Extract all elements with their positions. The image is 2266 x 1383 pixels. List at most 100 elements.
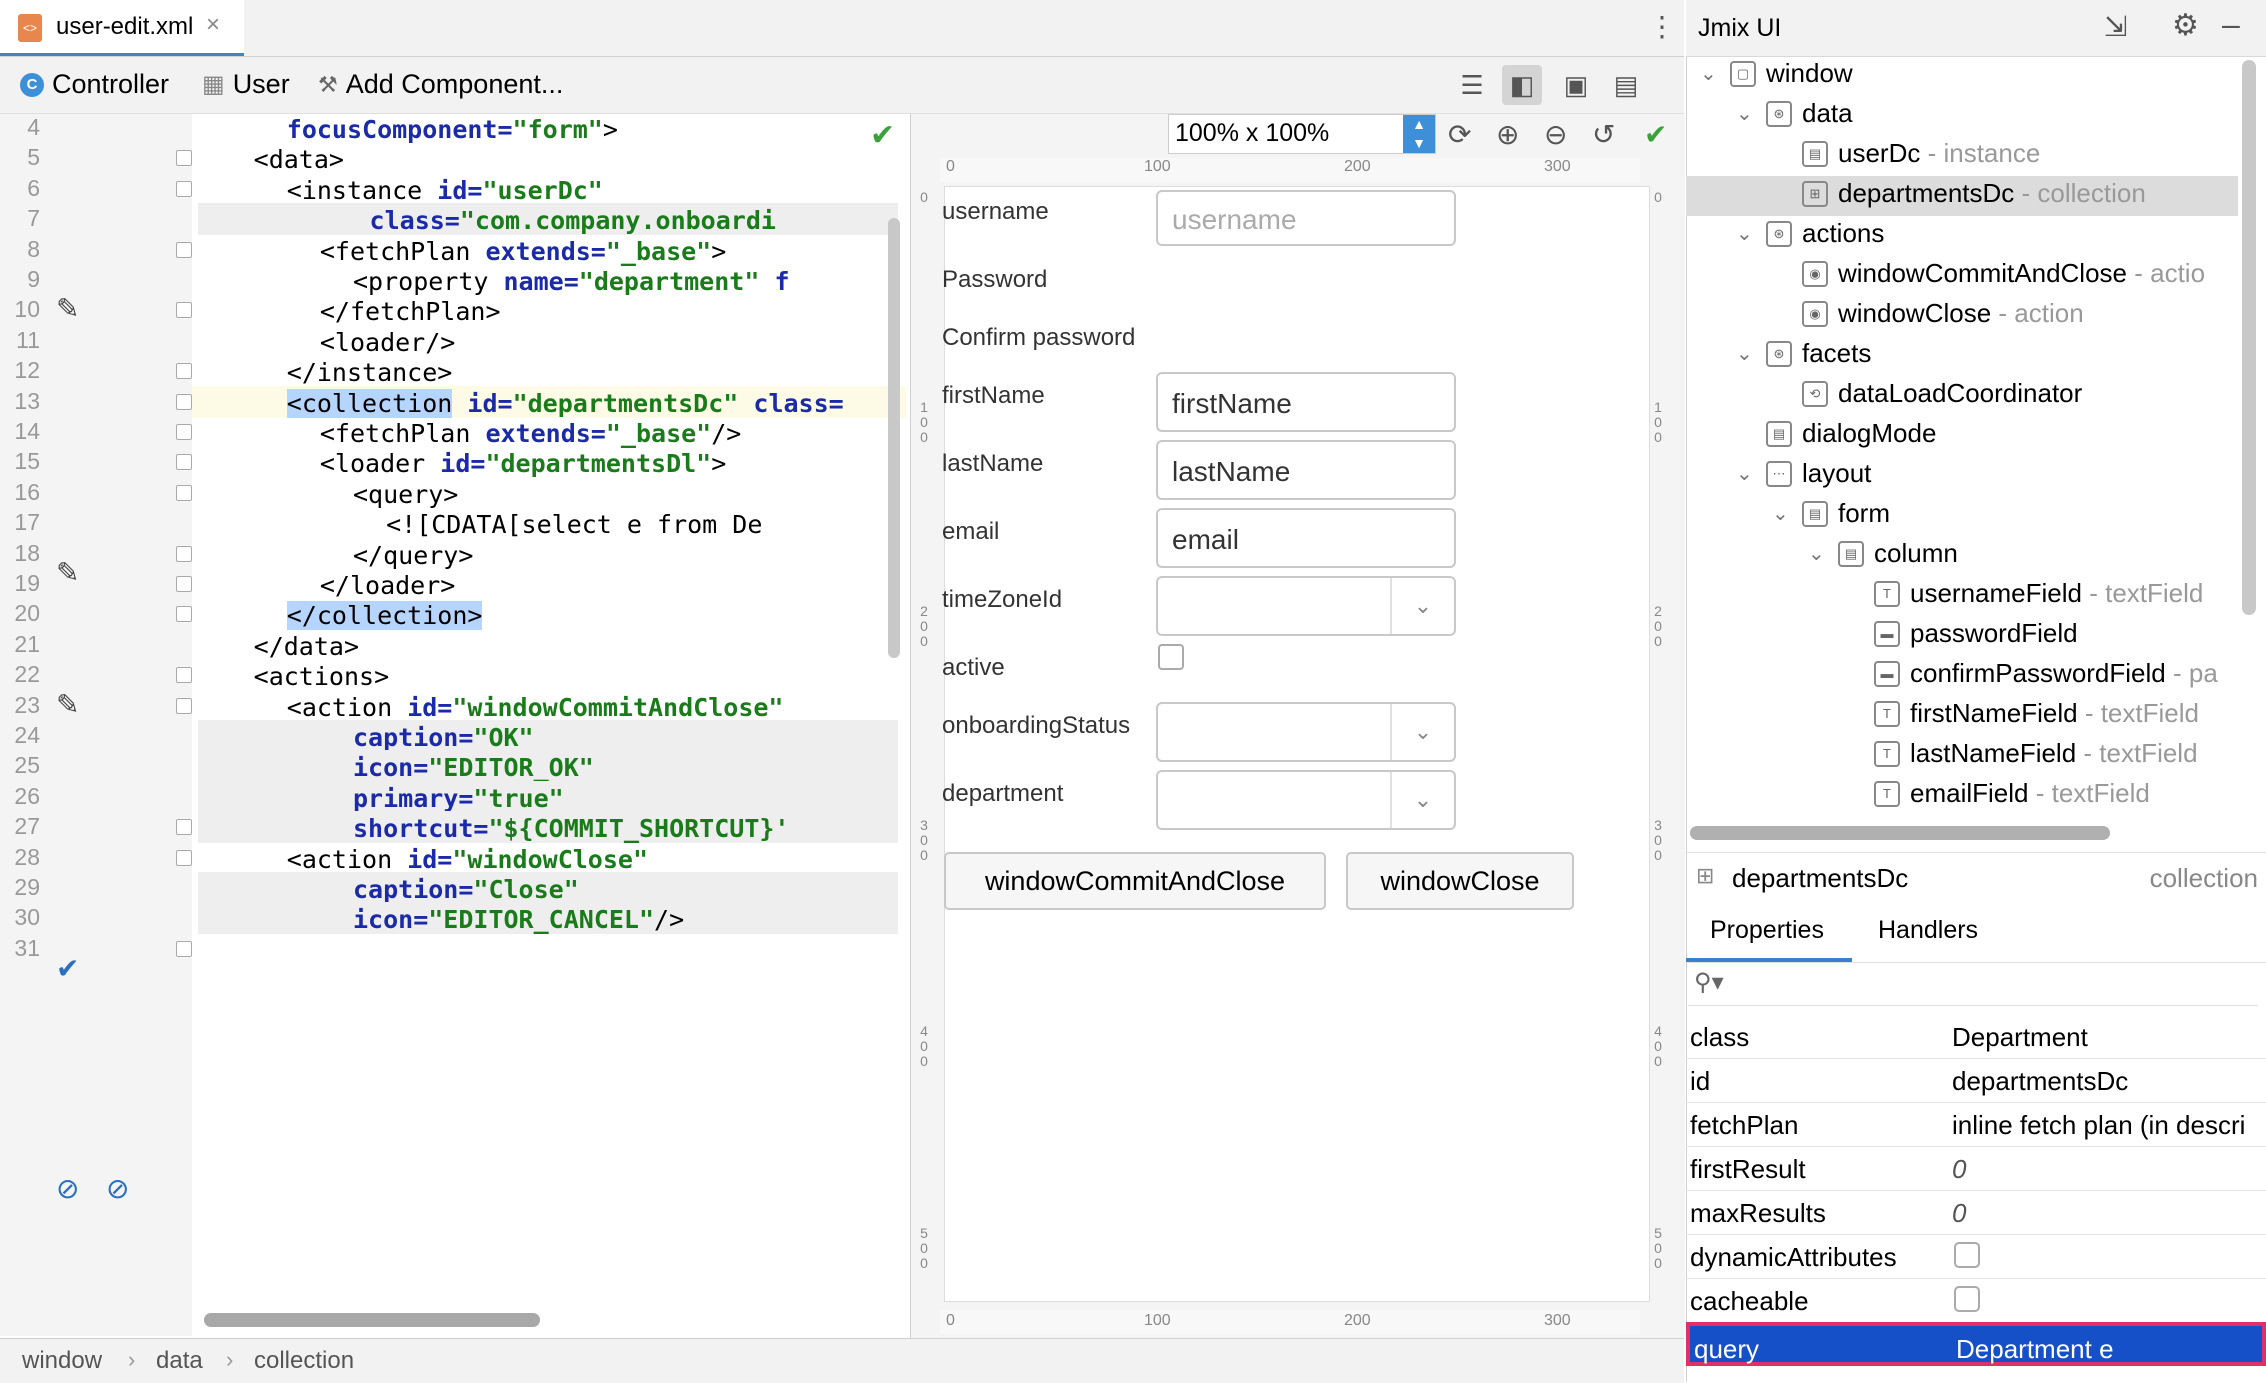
property-row-class[interactable]: class Department	[1686, 1014, 2266, 1059]
tree-node[interactable]: ⟲ dataLoadCoordinator	[1772, 378, 2082, 409]
property-value[interactable]: 0	[1952, 1154, 1966, 1185]
tab-user-edit-xml[interactable]: <> user-edit.xml ×	[0, 0, 244, 56]
add-component-button[interactable]: ⚒ Add Component...	[318, 69, 563, 100]
tree-node[interactable]: ⌄ ⊛ actions	[1736, 218, 1884, 249]
tree-node[interactable]: ⌄ ▤ column	[1808, 538, 1958, 569]
tree-node[interactable]: TlastNameField - textField	[1844, 738, 2198, 769]
active-checkbox[interactable]	[1158, 644, 1184, 670]
timezoneid-select[interactable]: ⌄	[1156, 576, 1456, 636]
username-input[interactable]: username	[1156, 190, 1456, 246]
disabled-icon[interactable]: ⊘	[106, 1172, 129, 1205]
onboardingstatus-select[interactable]: ⌄	[1156, 702, 1456, 762]
fold-marker-icon[interactable]	[176, 150, 192, 167]
tree-node[interactable]: ⌄ ⊛ facets	[1736, 338, 1871, 369]
text-view-icon[interactable]: ☰	[1452, 65, 1492, 105]
tree-node[interactable]: ▬ confirmPasswordField - pa	[1844, 658, 2218, 689]
code-editor[interactable]: focusComponent="form"> <data> <instance id…	[192, 114, 906, 1336]
split-view-icon[interactable]: ◧	[1502, 65, 1542, 105]
minimize-icon[interactable]: –	[2222, 6, 2240, 43]
fold-marker-icon[interactable]	[176, 484, 192, 501]
tree-node[interactable]: TemailField - textField	[1844, 778, 2150, 809]
window-commit-and-close-button[interactable]: windowCommitAndClose	[944, 852, 1326, 910]
tree-node[interactable]: ⌄ ▤ form	[1772, 498, 1890, 529]
zoom-out-icon[interactable]: ⊖	[1544, 118, 1567, 151]
chevron-down-icon[interactable]: ⌄	[1700, 61, 1720, 86]
property-row-dynamicattributes[interactable]: dynamicAttributes	[1686, 1234, 2266, 1279]
property-row-maxresults[interactable]: maxResults 0	[1686, 1190, 2266, 1235]
code-line[interactable]: icon="EDITOR_CANCEL"/>	[353, 898, 684, 942]
tree-horizontal-scrollbar[interactable]	[1690, 826, 2110, 840]
design-view-icon[interactable]: ▤	[1606, 65, 1646, 105]
code-vertical-scrollbar[interactable]	[888, 218, 900, 658]
edit-pencil-icon[interactable]: ✎	[56, 688, 79, 721]
department-select[interactable]: ⌄	[1156, 770, 1456, 830]
tree-node[interactable]: ▤ userDc - instance	[1772, 138, 2040, 169]
property-row-query[interactable]: query Department e	[1686, 1322, 2266, 1366]
fold-marker-icon[interactable]	[176, 667, 192, 684]
chevron-down-icon[interactable]: ⌄	[1772, 501, 1792, 526]
close-icon[interactable]: ×	[206, 11, 220, 39]
property-value[interactable]: Department	[1952, 1022, 2088, 1053]
zoom-in-icon[interactable]: ⊕	[1496, 118, 1519, 151]
fold-marker-icon[interactable]	[176, 393, 192, 410]
fold-marker-icon[interactable]	[176, 545, 192, 562]
reset-icon[interactable]: ↺	[1592, 118, 1615, 151]
edit-pencil-icon[interactable]: ✎	[56, 556, 79, 589]
breadcrumb-data[interactable]: data	[156, 1347, 203, 1375]
property-value[interactable]: Department e	[1956, 1334, 2114, 1365]
tree-node[interactable]: ◉ windowCommitAndClose - actio	[1772, 258, 2205, 289]
property-row-firstresult[interactable]: firstResult 0	[1686, 1146, 2266, 1191]
more-options-icon[interactable]: ⋮	[1648, 10, 1676, 43]
disabled-icon[interactable]: ⊘	[56, 1172, 79, 1205]
user-entity-button[interactable]: ▦ User	[202, 69, 290, 100]
chevron-down-icon[interactable]: ⌄	[1808, 541, 1828, 566]
fold-marker-icon[interactable]	[176, 849, 192, 866]
fold-marker-icon[interactable]	[176, 241, 192, 258]
code-horizontal-scrollbar[interactable]	[204, 1313, 540, 1327]
property-value[interactable]: departmentsDc	[1952, 1066, 2128, 1097]
chevron-down-icon[interactable]: ⌄	[1736, 341, 1756, 366]
tree-node[interactable]: ◉ windowClose - action	[1772, 298, 2084, 329]
zoom-select[interactable]: 100% x 100% ▲ ▼	[1168, 114, 1436, 154]
tree-node[interactable]: ⊞ departmentsDc - collection	[1772, 178, 2146, 209]
tree-node[interactable]: ▬ passwordField	[1844, 618, 2078, 649]
property-row-cacheable[interactable]: cacheable	[1686, 1278, 2266, 1323]
tab-properties[interactable]: Properties	[1710, 916, 1824, 945]
window-close-button[interactable]: windowClose	[1346, 852, 1574, 910]
lastname-input[interactable]: lastName	[1156, 440, 1456, 500]
tree-node[interactable]: TfirstNameField - textField	[1844, 698, 2199, 729]
chevron-down-icon[interactable]: ⌄	[1736, 101, 1756, 126]
tree-vertical-scrollbar[interactable]	[2242, 60, 2256, 615]
property-value[interactable]: 0	[1952, 1198, 1966, 1229]
fold-marker-icon[interactable]	[176, 940, 192, 957]
controller-button[interactable]: C Controller	[20, 69, 169, 100]
checkmark-icon[interactable]: ✔	[56, 952, 79, 985]
edit-pencil-icon[interactable]: ✎	[56, 292, 79, 325]
breadcrumb-collection[interactable]: collection	[254, 1347, 354, 1375]
refresh-icon[interactable]: ⟳	[1448, 118, 1471, 151]
tree-node[interactable]: ⌄ ▢ window	[1700, 58, 1853, 89]
tree-node[interactable]: ⌄ ⋯ layout	[1736, 458, 1871, 489]
preview-view-icon[interactable]: ▣	[1556, 65, 1596, 105]
tree-node[interactable]: TusernameField - textField	[1844, 578, 2203, 609]
fold-marker-icon[interactable]	[176, 819, 192, 836]
fold-marker-icon[interactable]	[176, 454, 192, 471]
fold-marker-icon[interactable]	[176, 576, 192, 592]
fold-marker-icon[interactable]	[176, 180, 192, 197]
property-row-id[interactable]: id departmentsDc	[1686, 1058, 2266, 1103]
email-input[interactable]: email	[1156, 508, 1456, 568]
collapse-icon[interactable]: ⇲	[2104, 10, 2127, 43]
property-checkbox[interactable]	[1954, 1242, 1980, 1268]
breadcrumb-window[interactable]: window	[22, 1347, 102, 1375]
firstname-input[interactable]: firstName	[1156, 372, 1456, 432]
chevron-down-icon[interactable]: ⌄	[1736, 461, 1756, 486]
fold-marker-icon[interactable]	[176, 424, 192, 440]
property-checkbox[interactable]	[1954, 1286, 1980, 1312]
property-search-input[interactable]: ⚲▾	[1688, 962, 2258, 1006]
property-value[interactable]: inline fetch plan (in descri	[1952, 1110, 2245, 1141]
tree-node[interactable]: ▤ dialogMode	[1736, 418, 1936, 449]
property-row-fetchplan[interactable]: fetchPlan inline fetch plan (in descri	[1686, 1102, 2266, 1147]
fold-marker-icon[interactable]	[176, 606, 192, 623]
gear-icon[interactable]: ⚙	[2172, 8, 2199, 43]
fold-marker-icon[interactable]	[176, 302, 192, 319]
